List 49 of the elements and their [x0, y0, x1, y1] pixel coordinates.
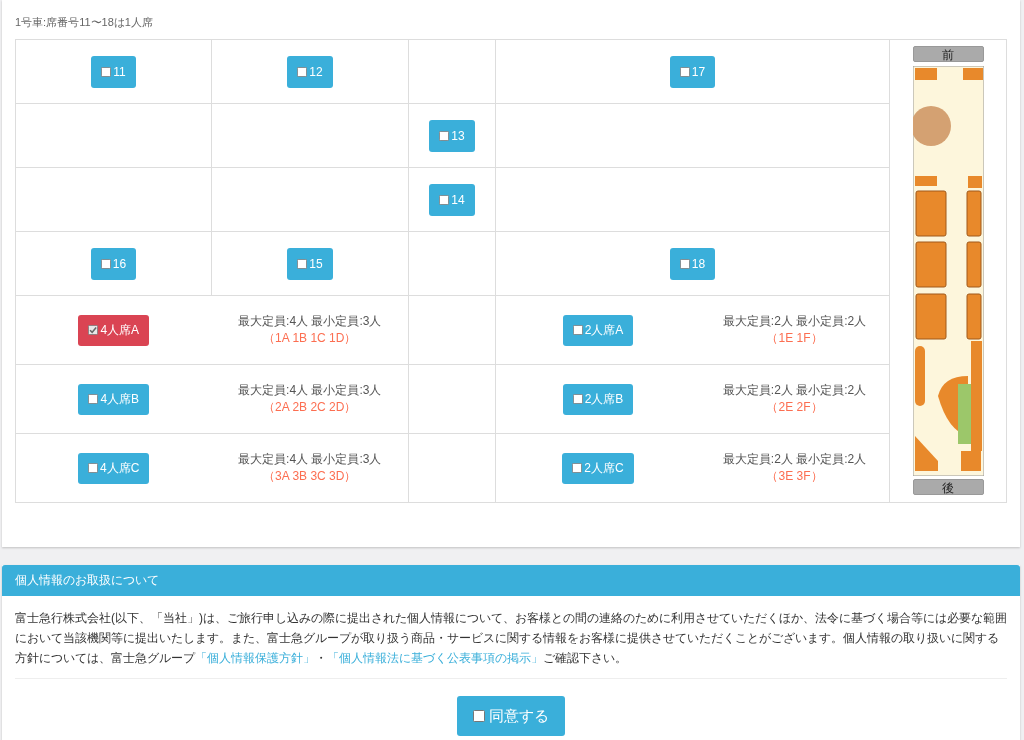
seat-toggle-button[interactable]: 13 [429, 119, 475, 152]
checkbox-icon [679, 66, 690, 77]
checkbox-icon [679, 258, 690, 269]
seat-toggle-button[interactable]: 4人席A [78, 314, 150, 346]
seat-toggle-button[interactable]: 18 [669, 247, 716, 280]
checkbox-icon [439, 130, 450, 141]
seat-numbers: （3E 3F） [765, 468, 824, 485]
checkbox-icon [88, 463, 99, 473]
capacity-text: 最大定員:2人 最小定員:2人 [721, 382, 868, 399]
capacity-text: 最大定員:4人 最小定員:3人 [237, 313, 383, 330]
capacity-text: 最大定員:2人 最小定員:2人 [721, 451, 868, 468]
checkbox-icon [473, 710, 485, 722]
seat-numbers: （2A 2B 2C 2D） [262, 399, 358, 416]
policy-link[interactable]: 「個人情報法に基づく公表事項の掲示」 [327, 651, 543, 665]
seat-toggle-button[interactable]: 2人席C [562, 452, 634, 484]
front-label: 前 [912, 46, 984, 62]
checkbox-icon [101, 66, 112, 77]
seat-toggle-button[interactable]: 4人席B [78, 383, 150, 415]
seat-toggle-button[interactable]: 12 [287, 55, 333, 88]
seat-toggle-button[interactable]: 2人席A [562, 314, 634, 346]
seat-numbers: （2E 2F） [765, 399, 824, 416]
seat-toggle-button[interactable]: 11 [91, 55, 136, 88]
seat-toggle-button[interactable]: 16 [90, 247, 137, 280]
checked-checkbox-icon [88, 325, 99, 335]
policy-link[interactable]: 「個人情報保護方針」 [195, 651, 315, 665]
seat-numbers: （1E 1F） [765, 330, 824, 347]
seat-toggle-button[interactable]: 14 [429, 183, 475, 216]
panel-title: 個人情報のお取扱について [15, 573, 159, 587]
capacity-text: 最大定員:4人 最小定員:3人 [237, 382, 383, 399]
seat-toggle-button[interactable]: 2人席B [562, 383, 634, 415]
checkbox-icon [297, 66, 308, 77]
checkbox-icon [572, 463, 583, 473]
car-caption: 1号車:席番号11〜18は1人席 [15, 15, 154, 30]
capacity-text: 最大定員:2人 最小定員:2人 [721, 313, 868, 330]
checkbox-icon [439, 194, 450, 205]
privacy-notice: 富士急行株式会社(以下、「当社」)は、ご旅行申し込みの際に提出された個人情報について、お客様との間の連絡のために利用させていただくほか、法令に基づく場合等には必要な範囲において当該機関等に提出いたします。また、富士急グループが取り扱う商品・サービスに関する情報をお客様に提供させていただくことがございます。個人情報の取り扱いに関する方針については、富士急グループ「個人情報保護方針」・「個人情報法に基づく公表事項の掲示」ご確認下さい。 [14, 610, 1008, 667]
seat-toggle-button[interactable]: 15 [287, 247, 333, 280]
agree-button[interactable]: 同意する [457, 696, 565, 736]
capacity-text: 最大定員:4人 最小定員:3人 [237, 451, 383, 468]
checkbox-icon [100, 258, 111, 269]
rear-label: 後 [912, 479, 984, 495]
checkbox-icon [572, 394, 583, 404]
seat-toggle-button[interactable]: 17 [669, 55, 716, 88]
seat-numbers: （1A 1B 1C 1D） [262, 330, 358, 347]
checkbox-icon [88, 394, 99, 404]
checkbox-icon [297, 258, 308, 269]
seat-numbers: （3A 3B 3C 3D） [262, 468, 358, 485]
seat-toggle-button[interactable]: 4人席C [78, 452, 150, 484]
checkbox-icon [572, 325, 583, 335]
